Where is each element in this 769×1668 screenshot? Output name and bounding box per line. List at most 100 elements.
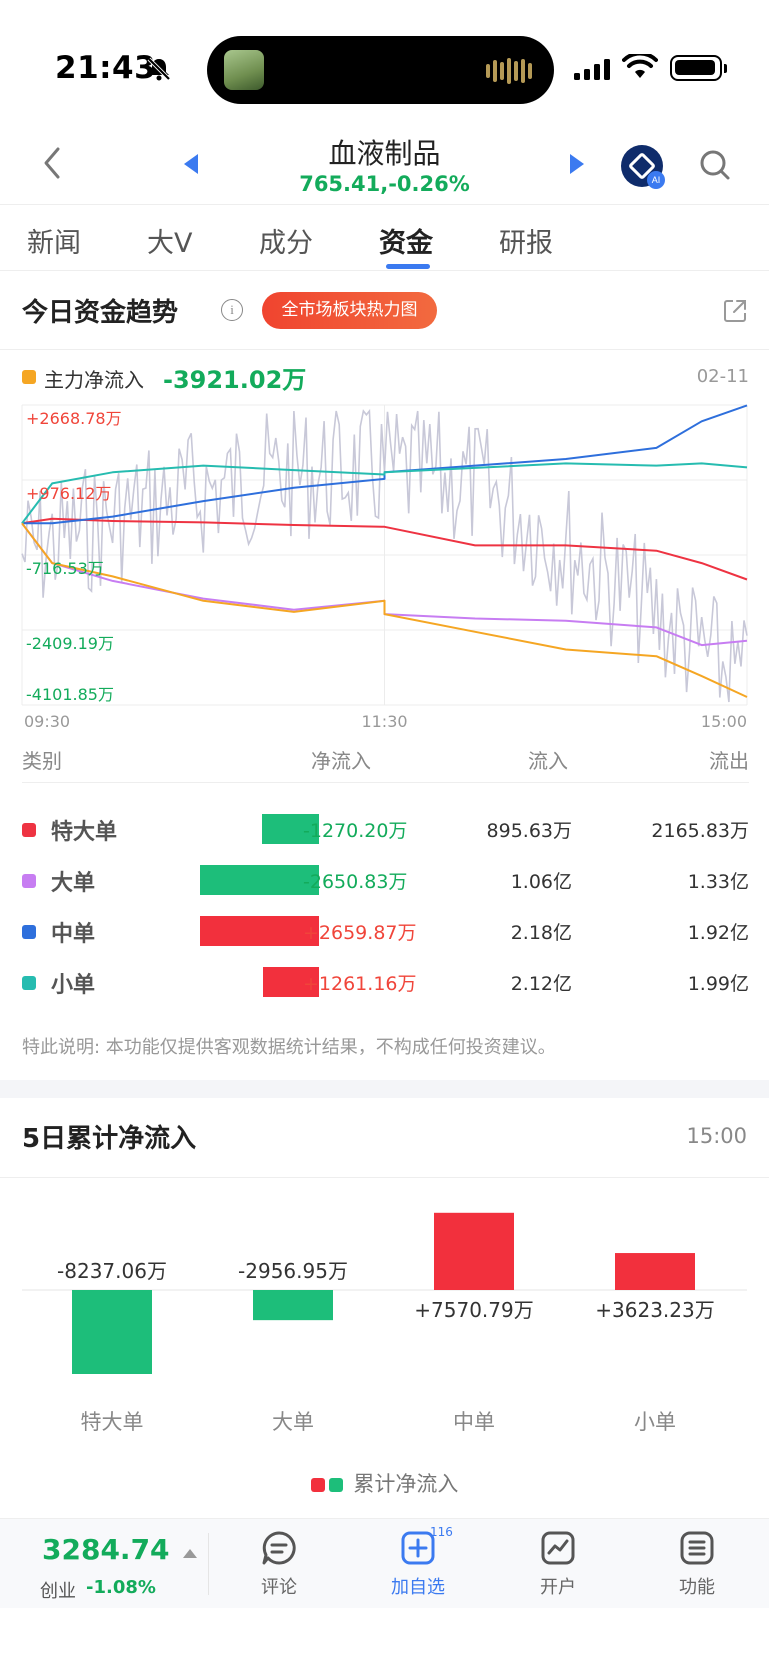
add-watchlist-button[interactable]: 116 加自选 xyxy=(373,1525,463,1599)
y-tick-label: +976.12万 xyxy=(26,484,111,503)
info-icon[interactable]: i xyxy=(221,299,243,321)
col-category: 类别 xyxy=(22,749,62,773)
tab-funds[interactable]: 资金 xyxy=(379,221,433,260)
col-net: 净流入 xyxy=(311,749,371,773)
search-icon[interactable] xyxy=(698,148,732,182)
fund-trend-header: 今日资金趋势 i 全市场板块热力图 xyxy=(0,272,769,350)
row-net: -1270.20万 xyxy=(303,820,408,842)
menu-label: 功能 xyxy=(679,1577,715,1598)
flow-table-row: 小单 +1261.16万 2.12亿 1.99亿 xyxy=(22,963,749,1003)
main-inflow-legend: 主力净流入 -3921.02万 02-11 xyxy=(22,360,749,396)
external-link-icon[interactable] xyxy=(722,298,748,324)
expand-index-icon[interactable] xyxy=(183,1549,197,1558)
bar-value-label: +3623.23万 xyxy=(595,1298,714,1322)
bar-value-label: +7570.79万 xyxy=(414,1298,533,1322)
row-name: 大单 xyxy=(51,871,96,896)
x-tick-label: 15:00 xyxy=(701,712,747,730)
tab-news[interactable]: 新闻 xyxy=(27,221,81,260)
status-bar: 21:43 xyxy=(0,0,769,120)
row-color-swatch xyxy=(22,823,36,837)
comment-icon xyxy=(262,1531,296,1565)
index-value[interactable]: 3284.74 xyxy=(42,1533,170,1566)
open-account-button[interactable]: 开户 xyxy=(513,1529,603,1599)
five-day-bar xyxy=(253,1290,333,1321)
row-outflow: 1.33亿 xyxy=(687,871,749,893)
now-playing-artwork xyxy=(224,50,264,90)
next-sector-icon[interactable] xyxy=(570,154,584,174)
row-name: 特大单 xyxy=(51,820,118,845)
row-outflow: 2165.83万 xyxy=(651,820,749,842)
row-net: -2650.83万 xyxy=(303,871,408,893)
five-day-legend: 累计净流入 xyxy=(0,1468,769,1498)
bar-value-label: -2956.95万 xyxy=(238,1259,348,1283)
active-tab-indicator xyxy=(386,264,430,269)
disclaimer: 特此说明: 本功能仅提供客观数据统计结果，不构成任何投资建议。 xyxy=(22,1037,556,1058)
col-outflow: 流出 xyxy=(709,749,749,773)
bottom-toolbar: 3284.74 创业 -1.08% 评论 116 加自选 开户 功能 xyxy=(0,1518,769,1608)
five-day-bar xyxy=(72,1290,152,1374)
y-tick-label: -2409.19万 xyxy=(26,634,114,653)
nav-header: 血液制品 765.41,-0.26% AI xyxy=(0,120,769,205)
bar-category-label: 特大单 xyxy=(81,1410,144,1434)
legend-label: 主力净流入 xyxy=(44,368,144,392)
net-flow-bar xyxy=(200,916,319,946)
menu-icon xyxy=(680,1531,714,1565)
x-tick-label: 09:30 xyxy=(24,712,70,730)
add-watchlist-label: 加自选 xyxy=(391,1577,445,1598)
watchlist-count-badge: 116 xyxy=(430,1525,453,1539)
open-account-icon xyxy=(541,1531,575,1565)
y-tick-label: +2668.78万 xyxy=(26,409,122,428)
y-tick-label: -716.53万 xyxy=(26,559,104,578)
fund-trend-title: 今日资金趋势 xyxy=(22,298,179,328)
bar-category-label: 大单 xyxy=(272,1410,314,1434)
row-net: +1261.16万 xyxy=(303,973,417,995)
tab-components[interactable]: 成分 xyxy=(259,221,313,260)
comment-button[interactable]: 评论 xyxy=(234,1529,324,1599)
x-tick-label: 11:30 xyxy=(361,712,407,730)
bar-category-label: 中单 xyxy=(453,1410,495,1434)
five-day-bar-chart: -8237.06万特大单 -2956.95万大单 +7570.79万中单 +3623.… xyxy=(22,1212,747,1434)
main-inflow-value: -3921.02万 xyxy=(163,366,307,394)
five-day-title: 5日累计净流入 xyxy=(22,1124,197,1154)
row-color-swatch xyxy=(22,976,36,990)
menu-button[interactable]: 功能 xyxy=(652,1529,742,1599)
open-account-label: 开户 xyxy=(540,1577,576,1598)
heatmap-button[interactable]: 全市场板块热力图 xyxy=(262,292,437,329)
row-inflow: 1.06亿 xyxy=(510,871,572,893)
flow-table-row: 中单 +2659.87万 2.18亿 1.92亿 xyxy=(22,912,749,952)
cellular-signal-icon xyxy=(574,58,610,80)
dynamic-island[interactable] xyxy=(207,36,554,104)
row-net: +2659.87万 xyxy=(303,922,417,944)
five-day-legend-label: 累计净流入 xyxy=(353,1472,459,1496)
legend-swatch xyxy=(22,370,36,384)
col-inflow: 流入 xyxy=(528,749,568,773)
row-outflow: 1.99亿 xyxy=(687,973,749,995)
five-day-header: 5日累计净流入 15:00 xyxy=(0,1098,769,1178)
index-name: 创业 xyxy=(40,1581,76,1602)
y-tick-label: -4101.85万 xyxy=(26,685,114,704)
section-divider xyxy=(0,1080,769,1098)
status-time: 21:43 xyxy=(55,50,157,86)
comment-label: 评论 xyxy=(261,1577,297,1598)
flow-table-row: 特大单 -1270.20万 895.63万 2165.83万 xyxy=(22,810,749,850)
row-name: 小单 xyxy=(51,973,96,998)
index-change: -1.08% xyxy=(86,1577,156,1598)
row-name: 中单 xyxy=(51,922,96,947)
row-inflow: 895.63万 xyxy=(486,820,572,842)
row-inflow: 2.18亿 xyxy=(510,922,572,944)
bar-category-label: 小单 xyxy=(634,1410,676,1434)
chart-date: 02-11 xyxy=(696,366,749,387)
wifi-icon xyxy=(622,54,658,78)
row-inflow: 2.12亿 xyxy=(510,973,572,995)
net-flow-bar xyxy=(200,865,319,895)
fund-trend-chart[interactable]: +2668.78万 +976.12万 -716.53万 -2409.19万 -4101.… xyxy=(0,400,769,730)
row-outflow: 1.92亿 xyxy=(687,922,749,944)
flow-table-header: 类别 净流入 流入 流出 xyxy=(22,743,749,783)
legend-up-swatch xyxy=(310,1478,325,1492)
toolbar-separator xyxy=(208,1533,209,1595)
bar-value-label: -8237.06万 xyxy=(57,1259,167,1283)
tab-bigv[interactable]: 大V xyxy=(147,221,192,260)
ai-assistant-icon[interactable]: AI xyxy=(621,145,665,189)
tab-research[interactable]: 研报 xyxy=(499,221,553,260)
silent-bell-icon xyxy=(147,57,171,81)
